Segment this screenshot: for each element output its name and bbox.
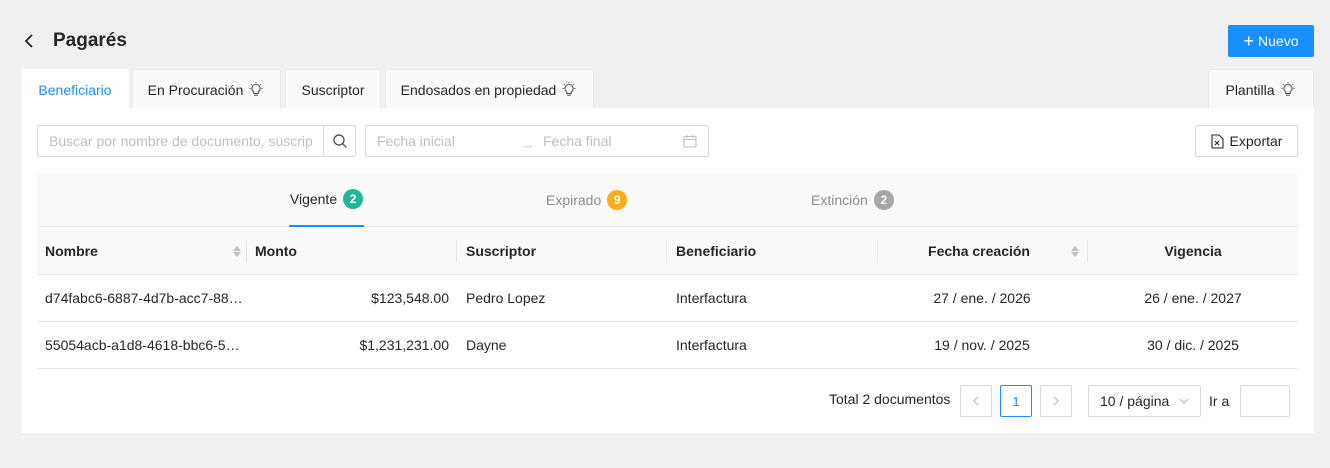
chevron-left-icon [24, 34, 33, 48]
tab-label: Beneficiario [38, 81, 112, 98]
date-separator: → [521, 136, 535, 152]
cell-beneficiario: Interfactura [676, 290, 747, 306]
count-badge: 2 [343, 189, 364, 209]
search-button[interactable] [323, 126, 355, 156]
cell-fecha-creacion: 27 / ene. / 2026 [933, 290, 1031, 306]
column-header-fecha-creacion[interactable]: Fecha creación [887, 228, 1079, 274]
status-tab-label: Extinción [811, 192, 868, 208]
column-divider [877, 240, 878, 262]
column-label: Beneficiario [676, 243, 757, 259]
column-label: Fecha creación [928, 243, 1030, 259]
tab-endosados-en-propiedad[interactable]: Endosados en propiedad [385, 69, 594, 109]
status-tab-extincion[interactable]: Extinción 2 [811, 173, 894, 227]
end-date-input[interactable] [543, 133, 683, 149]
cell-nombre[interactable]: d74fabc6-6887-4d7b-acc7-88… [45, 275, 245, 321]
excel-file-icon [1210, 133, 1224, 149]
column-divider [666, 240, 667, 262]
cell-vigencia: 26 / ene. / 2027 [1144, 290, 1242, 306]
cell-monto: $1,231,231.00 [359, 337, 449, 353]
tab-label: Suscriptor [301, 81, 365, 98]
status-tab-expirado[interactable]: Expirado 9 [546, 173, 628, 227]
pagination-total: Total 2 documentos [829, 391, 951, 407]
count-badge: 9 [607, 190, 628, 210]
tab-label: Endosados en propiedad [400, 81, 557, 98]
column-header-nombre[interactable]: Nombre [45, 228, 241, 274]
tab-en-procuracion[interactable]: En Procuración [132, 69, 281, 109]
back-button[interactable] [18, 30, 40, 52]
cell-monto: $123,548.00 [371, 290, 449, 306]
cell-beneficiario: Interfactura [676, 337, 747, 353]
prev-page-button[interactable] [960, 385, 992, 417]
calendar-icon [683, 134, 697, 148]
column-label: Suscriptor [466, 243, 537, 259]
page-title: Pagarés [53, 30, 127, 51]
lightbulb-icon [1281, 81, 1295, 96]
plus-icon: + [1243, 31, 1255, 51]
cell-fecha-creacion: 19 / nov. / 2025 [934, 337, 1030, 353]
column-divider [456, 240, 457, 262]
chevron-left-icon [973, 396, 979, 406]
column-label: Monto [255, 243, 297, 259]
count-badge: 2 [873, 190, 894, 210]
cell-suscriptor: Pedro Lopez [466, 290, 546, 306]
column-label: Nombre [45, 243, 98, 259]
tab-beneficiario[interactable]: Beneficiario [21, 69, 129, 109]
lightbulb-icon [562, 81, 576, 96]
sort-icon[interactable] [233, 245, 241, 257]
sort-icon[interactable] [1071, 245, 1079, 257]
tab-plantilla[interactable]: Plantilla [1208, 69, 1314, 109]
export-button[interactable]: Exportar [1195, 125, 1298, 157]
page-size-select[interactable]: 10 / página [1088, 385, 1201, 417]
search-icon [332, 134, 347, 148]
cell-vigencia: 30 / dic. / 2025 [1147, 337, 1239, 353]
chevron-down-icon [1179, 398, 1189, 404]
column-divider [246, 240, 247, 262]
column-header-beneficiario: Beneficiario [676, 228, 756, 274]
search-box [37, 125, 356, 157]
column-label: Vigencia [1164, 243, 1222, 259]
status-tab-bar [37, 173, 1298, 227]
search-input[interactable] [38, 126, 323, 156]
start-date-input[interactable] [377, 133, 517, 149]
cell-nombre[interactable]: 55054acb-a1d8-4618-bbc6-5… [45, 322, 245, 368]
chevron-right-icon [1053, 396, 1059, 406]
goto-label: Ir a [1209, 393, 1230, 409]
page-size-value: 10 / página [1100, 393, 1170, 409]
row-divider [37, 368, 1298, 369]
column-header-suscriptor: Suscriptor [466, 228, 536, 274]
goto-page-input[interactable] [1240, 385, 1290, 417]
cell-suscriptor: Dayne [466, 337, 507, 353]
column-header-monto: Monto [255, 228, 297, 274]
status-tab-label: Expirado [546, 192, 602, 208]
tab-label: En Procuración [147, 81, 244, 98]
new-button[interactable]: + Nuevo [1228, 25, 1314, 57]
lightbulb-icon [249, 81, 263, 96]
tab-label: Plantilla [1225, 81, 1275, 98]
status-tab-vigente[interactable]: Vigente 2 [289, 173, 364, 227]
next-page-button[interactable] [1040, 385, 1072, 417]
column-header-vigencia: Vigencia [1088, 228, 1298, 274]
page-button-current[interactable]: 1 [1000, 385, 1032, 417]
tab-suscriptor[interactable]: Suscriptor [285, 69, 381, 109]
export-label: Exportar [1229, 133, 1283, 149]
new-button-label: Nuevo [1258, 33, 1299, 49]
status-tab-label: Vigente [289, 191, 338, 207]
date-range-picker[interactable]: → [365, 125, 709, 157]
